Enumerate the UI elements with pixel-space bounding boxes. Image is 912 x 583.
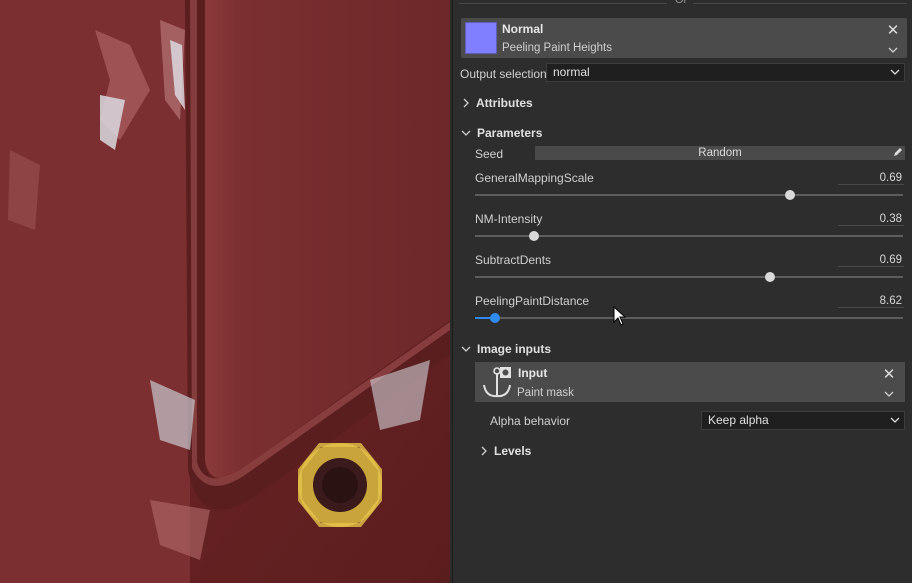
slider-value-subtractdents[interactable]: 0.69	[838, 254, 904, 267]
input-card[interactable]: Input Paint mask ✕	[475, 362, 905, 402]
viewport-render	[0, 0, 450, 583]
layer-subtitle: Peeling Paint Heights	[502, 42, 612, 54]
separator-line-left	[459, 3, 667, 4]
layer-title: Normal	[502, 22, 544, 36]
slider-label-generalmappingscale: GeneralMappingScale	[475, 171, 594, 185]
section-image-inputs-label: Image inputs	[477, 342, 552, 356]
output-selection-dropdown[interactable]: normal	[546, 63, 905, 82]
alpha-behavior-dropdown[interactable]: Keep alpha	[701, 411, 905, 430]
slider-track-generalmappingscale[interactable]	[475, 190, 903, 200]
properties-panel: Or Normal Peeling Paint Heights ✕ Output…	[452, 0, 912, 583]
chevron-down-icon	[890, 417, 900, 423]
anchor-icon	[483, 367, 511, 398]
normal-color-swatch	[465, 22, 497, 54]
section-parameters-label: Parameters	[477, 126, 543, 140]
slider-track-nm-intensity[interactable]	[475, 231, 903, 241]
seed-label: Seed	[475, 147, 504, 161]
slider-value-peelingpaintdistance[interactable]: 8.62	[838, 295, 904, 308]
alpha-behavior-label: Alpha behavior	[490, 414, 571, 428]
chevron-down-icon[interactable]	[883, 389, 895, 399]
section-parameters[interactable]: Parameters	[461, 126, 542, 140]
or-label: Or	[675, 0, 688, 6]
slider-value-generalmappingscale[interactable]: 0.69	[838, 172, 904, 185]
close-icon[interactable]: ✕	[882, 367, 896, 382]
section-image-inputs[interactable]: Image inputs	[461, 342, 551, 356]
3d-viewport[interactable]	[0, 0, 450, 583]
chevron-right-icon	[463, 98, 469, 108]
seed-random-button[interactable]: Random	[535, 146, 905, 160]
slider-value-nm-intensity[interactable]: 0.38	[838, 213, 904, 226]
slider-handle[interactable]	[529, 231, 539, 241]
slider-track-subtractdents[interactable]	[475, 272, 903, 282]
input-title: Input	[518, 366, 548, 380]
normal-layer-card[interactable]: Normal Peeling Paint Heights ✕	[461, 18, 907, 58]
seed-random-label: Random	[698, 147, 742, 159]
mouse-cursor-icon	[613, 306, 627, 326]
chevron-down-icon	[461, 130, 471, 136]
slider-label-nm-intensity: NM-Intensity	[475, 212, 543, 226]
close-icon[interactable]: ✕	[886, 23, 900, 38]
slider-label-peelingpaintdistance: PeelingPaintDistance	[475, 294, 590, 308]
slider-label-subtractdents: SubtractDents	[475, 253, 552, 267]
output-selection-label: Output selection	[460, 67, 547, 81]
or-separator: Or	[453, 0, 912, 10]
slider-handle[interactable]	[490, 313, 500, 323]
section-attributes-label: Attributes	[476, 96, 533, 110]
alpha-behavior-value: Keep alpha	[708, 413, 769, 427]
section-levels[interactable]: Levels	[480, 444, 531, 458]
chevron-down-icon	[461, 346, 471, 352]
chevron-down-icon	[890, 69, 900, 75]
slider-handle[interactable]	[785, 190, 795, 200]
chevron-down-icon[interactable]	[887, 45, 899, 55]
chevron-right-icon	[481, 446, 487, 456]
slider-handle[interactable]	[765, 272, 775, 282]
separator-line-right	[693, 3, 907, 4]
section-levels-label: Levels	[494, 444, 532, 458]
input-subtitle: Paint mask	[517, 387, 574, 399]
output-selection-value: normal	[553, 65, 590, 79]
pencil-icon[interactable]	[893, 147, 903, 157]
section-attributes[interactable]: Attributes	[462, 96, 533, 110]
slider-track-peelingpaintdistance[interactable]	[475, 313, 903, 323]
